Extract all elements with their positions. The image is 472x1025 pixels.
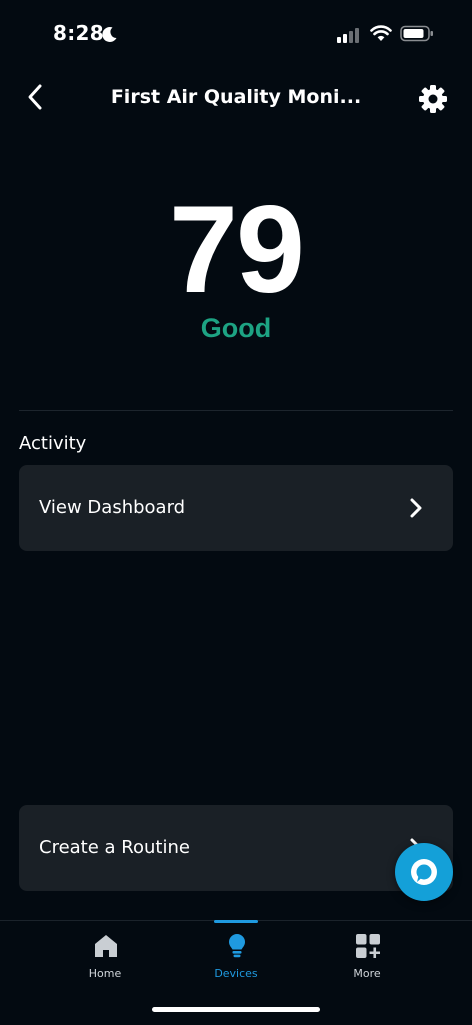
more-grid-icon [356,934,380,958]
view-dashboard-label: View Dashboard [39,497,186,518]
view-dashboard-button[interactable]: View Dashboard [19,465,453,551]
chevron-right-icon [410,498,422,518]
battery-icon [400,25,433,42]
alexa-button[interactable] [395,843,453,901]
lightbulb-icon [229,934,245,958]
page-title: First Air Quality Moni... [110,86,362,108]
tab-devices-label: Devices [214,967,258,980]
status-time: 8:28 [53,21,104,45]
air-quality-rating: Good [200,313,272,343]
status-bar: 8:28 [0,0,472,70]
home-icon [95,935,117,957]
divider [19,410,453,411]
gear-icon [419,85,447,113]
alexa-icon [411,859,437,885]
tab-home[interactable]: Home [60,921,150,989]
create-routine-button[interactable]: Create a Routine [19,805,453,891]
page-header: First Air Quality Moni... [0,70,472,126]
activity-section-title: Activity [19,433,87,454]
settings-button[interactable] [416,82,450,116]
tab-home-label: Home [88,967,122,980]
create-routine-label: Create a Routine [39,837,190,858]
moon-icon [102,27,117,43]
back-button[interactable] [22,80,52,116]
tab-more-label: More [353,967,381,980]
tab-devices[interactable]: Devices [191,921,281,989]
home-indicator[interactable] [152,1007,320,1012]
air-quality-score: 79 [169,181,305,319]
tab-more[interactable]: More [322,921,412,989]
chevron-left-icon [28,84,42,110]
cellular-signal-icon [337,27,359,43]
wifi-icon [370,25,392,41]
